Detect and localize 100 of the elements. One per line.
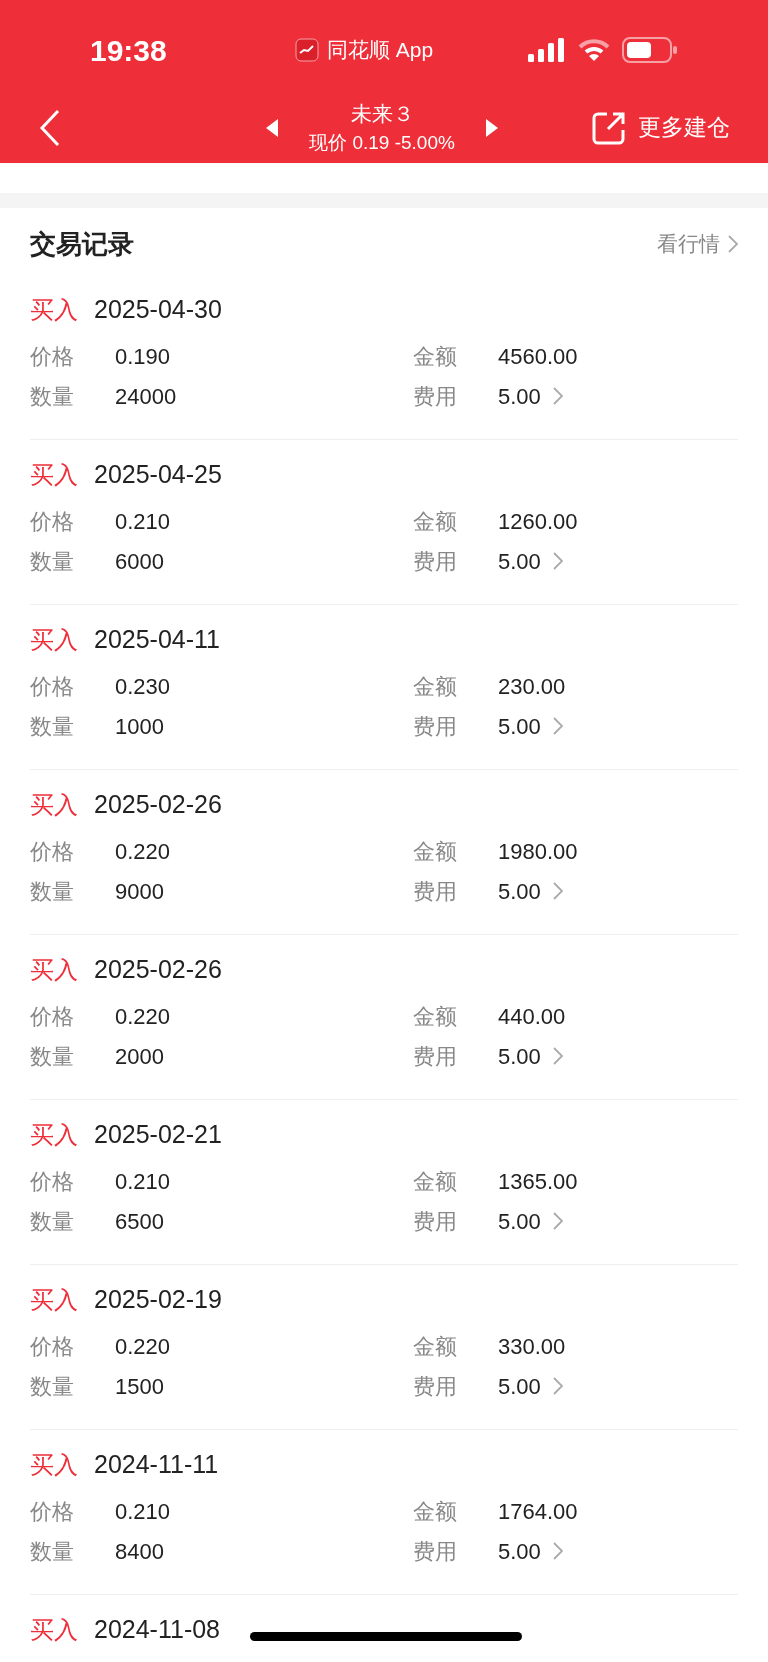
field-value: 5.00 [498,1207,541,1236]
field-value: 0.210 [115,1497,172,1526]
field-value: 1980.00 [498,837,578,866]
trade-date: 2025-04-11 [94,624,221,656]
app-logo-icon [294,38,319,62]
field-value: 440.00 [498,1002,566,1031]
field-label: 费用 [413,712,458,741]
app-name: 同花顺 App [326,37,434,64]
field-value: 5.00 [498,877,541,906]
field-value: 0.190 [115,342,172,371]
field-value: 5.00 [498,712,541,741]
chevron-icon[interactable] [552,717,563,735]
field-label: 金额 [413,1167,458,1196]
field-value: 330.00 [498,1332,566,1361]
field-label: 费用 [413,877,458,906]
chevron-icon[interactable] [552,1377,563,1395]
previous-icon[interactable] [265,117,280,138]
battery-icon [622,37,678,63]
trade-date: 2024-11-08 [94,1614,221,1646]
field-label: 金额 [413,342,458,371]
field-label: 价格 [30,1332,75,1361]
field-label: 费用 [413,382,458,411]
field-value: 5.00 [498,1042,541,1071]
field-label: 数量 [30,382,75,411]
trade-type: 买入 [30,1120,78,1150]
field-label: 费用 [413,1207,458,1236]
field-value: 0.220 [115,1332,172,1361]
trade-type: 买入 [30,625,78,655]
field-value: 5.00 [498,1537,541,1566]
field-label: 数量 [30,877,75,906]
field-value: 5.00 [498,382,541,411]
back-icon[interactable] [38,108,62,147]
field-label: 数量 [30,1537,75,1566]
chevron-icon[interactable] [552,387,563,405]
field-label: 费用 [413,1372,458,1401]
field-label: 金额 [413,1497,458,1526]
trade-type: 买入 [30,1615,78,1645]
wifi-icon [578,38,610,62]
trade-type: 买入 [30,295,78,325]
chevron-icon[interactable] [552,1212,563,1230]
field-label: 价格 [30,1167,75,1196]
trade-type: 买入 [30,1285,78,1315]
signal-icon [528,38,566,62]
field-label: 价格 [30,342,75,371]
trade-date: 2025-02-26 [94,789,222,821]
field-value: 5.00 [498,547,541,576]
field-value: 230.00 [498,672,566,701]
trade-date: 2025-02-26 [94,954,222,986]
share-icon [592,110,626,145]
field-label: 价格 [30,837,75,866]
stock-name: 未来３ [350,100,414,127]
trade-date: 2025-04-30 [94,294,222,326]
field-value: 0.210 [115,507,172,536]
field-label: 金额 [413,507,458,536]
next-icon[interactable] [484,117,499,138]
field-value: 8400 [115,1537,165,1566]
trade-date: 2025-02-21 [94,1119,222,1151]
chevron-icon[interactable] [552,552,563,570]
field-label: 费用 [413,547,458,576]
trade-date: 2025-04-25 [94,459,222,491]
trade-date: 2025-02-19 [94,1284,222,1316]
section-title: 交易记录 [30,227,134,261]
field-label: 价格 [30,672,75,701]
field-label: 金额 [413,672,458,701]
field-value: 1000 [115,712,165,741]
field-label: 金额 [413,1002,458,1031]
field-label: 价格 [30,507,75,536]
field-value: 1260.00 [498,507,578,536]
field-value: 9000 [115,877,165,906]
status-time: 19:38 [90,32,168,69]
field-label: 数量 [30,1207,75,1236]
field-label: 金额 [413,837,458,866]
field-value: 0.230 [115,672,172,701]
field-label: 费用 [413,1042,458,1071]
field-value: 1500 [115,1372,165,1401]
trade-type: 买入 [30,460,78,490]
trade-type: 买入 [30,955,78,985]
field-label: 价格 [30,1497,75,1526]
field-label: 数量 [30,712,75,741]
field-value: 5.00 [498,1372,541,1401]
view-market-link[interactable]: 看行情 [657,228,738,260]
field-label: 数量 [30,1042,75,1071]
field-value: 0.220 [115,1002,172,1031]
field-label: 数量 [30,547,75,576]
chevron-icon[interactable] [552,1542,563,1560]
stock-price: 现价 0.19 -5.00% [309,131,455,155]
chevron-icon[interactable] [552,882,563,900]
field-value: 2000 [115,1042,165,1071]
field-label: 费用 [413,1537,458,1566]
field-label: 数量 [30,1372,75,1401]
more-positions-button[interactable]: 更多建仓 [592,110,730,145]
trade-date: 2024-11-11 [94,1449,219,1481]
chevron-icon [728,235,738,253]
chevron-icon[interactable] [552,1047,563,1065]
field-value: 0.220 [115,837,172,866]
field-value: 1764.00 [498,1497,578,1526]
field-label: 价格 [30,1002,75,1031]
field-value: 4560.00 [498,342,578,371]
field-label: 金额 [413,1332,458,1361]
field-value: 24000 [115,382,178,411]
